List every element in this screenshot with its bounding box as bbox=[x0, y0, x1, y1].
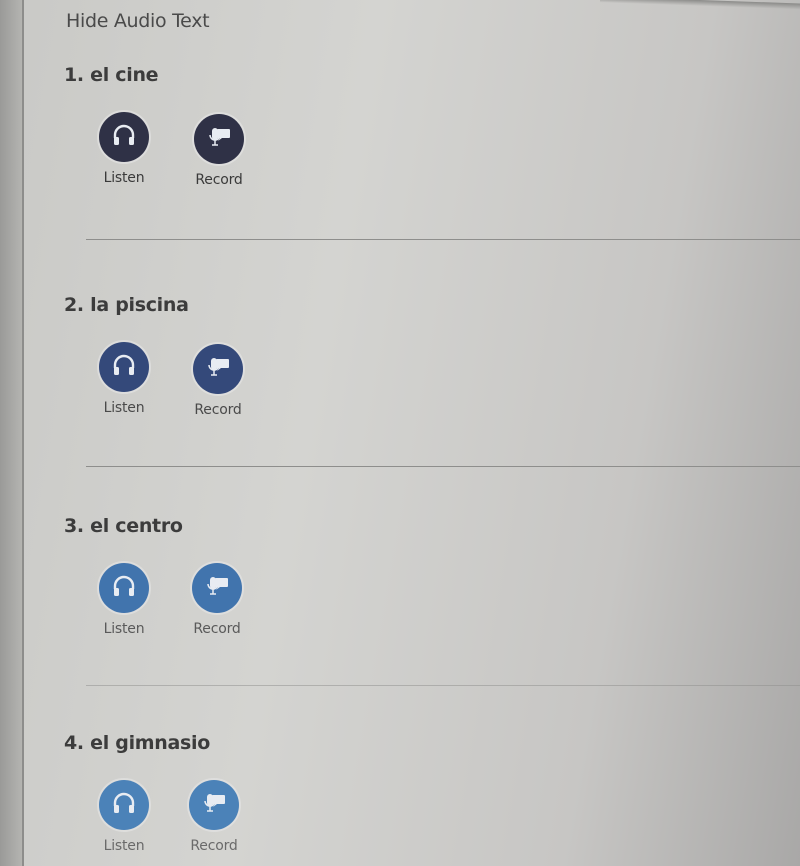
microphone-icon bbox=[204, 122, 234, 156]
record-circle[interactable] bbox=[192, 563, 242, 613]
screen-edge bbox=[600, 0, 800, 10]
vocab-item-3: 3. el centro Listen Record bbox=[64, 515, 800, 686]
microphone-icon bbox=[199, 788, 229, 822]
listen-label: Listen bbox=[103, 170, 145, 186]
divider bbox=[86, 466, 800, 467]
listen-label: Listen bbox=[103, 621, 145, 637]
left-border bbox=[0, 0, 24, 866]
record-label: Record bbox=[193, 621, 241, 637]
record-circle[interactable] bbox=[193, 344, 243, 394]
record-button[interactable]: Record bbox=[188, 344, 248, 418]
microphone-icon bbox=[203, 352, 233, 386]
record-label: Record bbox=[195, 172, 243, 188]
listen-circle[interactable] bbox=[99, 342, 149, 392]
vocab-item-1: 1. el cine Listen Record bbox=[64, 64, 800, 240]
headphones-icon bbox=[109, 120, 139, 154]
listen-button[interactable]: Listen bbox=[94, 780, 154, 854]
listen-button[interactable]: Listen bbox=[94, 112, 154, 186]
record-circle[interactable] bbox=[189, 780, 239, 830]
item-title: 4. el gimnasio bbox=[64, 732, 211, 754]
listen-button[interactable]: Listen bbox=[94, 342, 154, 416]
item-title: 2. la piscina bbox=[64, 294, 189, 316]
hide-audio-text-link[interactable]: Hide Audio Text bbox=[66, 10, 210, 32]
listen-circle[interactable] bbox=[99, 112, 149, 162]
record-label: Record bbox=[194, 402, 242, 418]
record-label: Record bbox=[190, 838, 238, 854]
divider bbox=[86, 685, 800, 686]
headphones-icon bbox=[109, 788, 139, 822]
listen-button[interactable]: Listen bbox=[94, 563, 154, 637]
item-title: 1. el cine bbox=[64, 64, 159, 86]
vocab-item-4: 4. el gimnasio Listen Record bbox=[64, 732, 800, 854]
item-title: 3. el centro bbox=[64, 515, 183, 537]
record-button[interactable]: Record bbox=[189, 114, 249, 188]
record-button[interactable]: Record bbox=[187, 563, 247, 637]
listen-label: Listen bbox=[103, 400, 145, 416]
listen-circle[interactable] bbox=[99, 780, 149, 830]
listen-circle[interactable] bbox=[99, 563, 149, 613]
record-button[interactable]: Record bbox=[184, 780, 244, 854]
divider bbox=[86, 239, 800, 240]
headphones-icon bbox=[109, 350, 139, 384]
vocab-item-2: 2. la piscina Listen Record bbox=[64, 294, 800, 467]
headphones-icon bbox=[109, 571, 139, 605]
microphone-icon bbox=[202, 571, 232, 605]
record-circle[interactable] bbox=[194, 114, 244, 164]
listen-label: Listen bbox=[103, 838, 145, 854]
